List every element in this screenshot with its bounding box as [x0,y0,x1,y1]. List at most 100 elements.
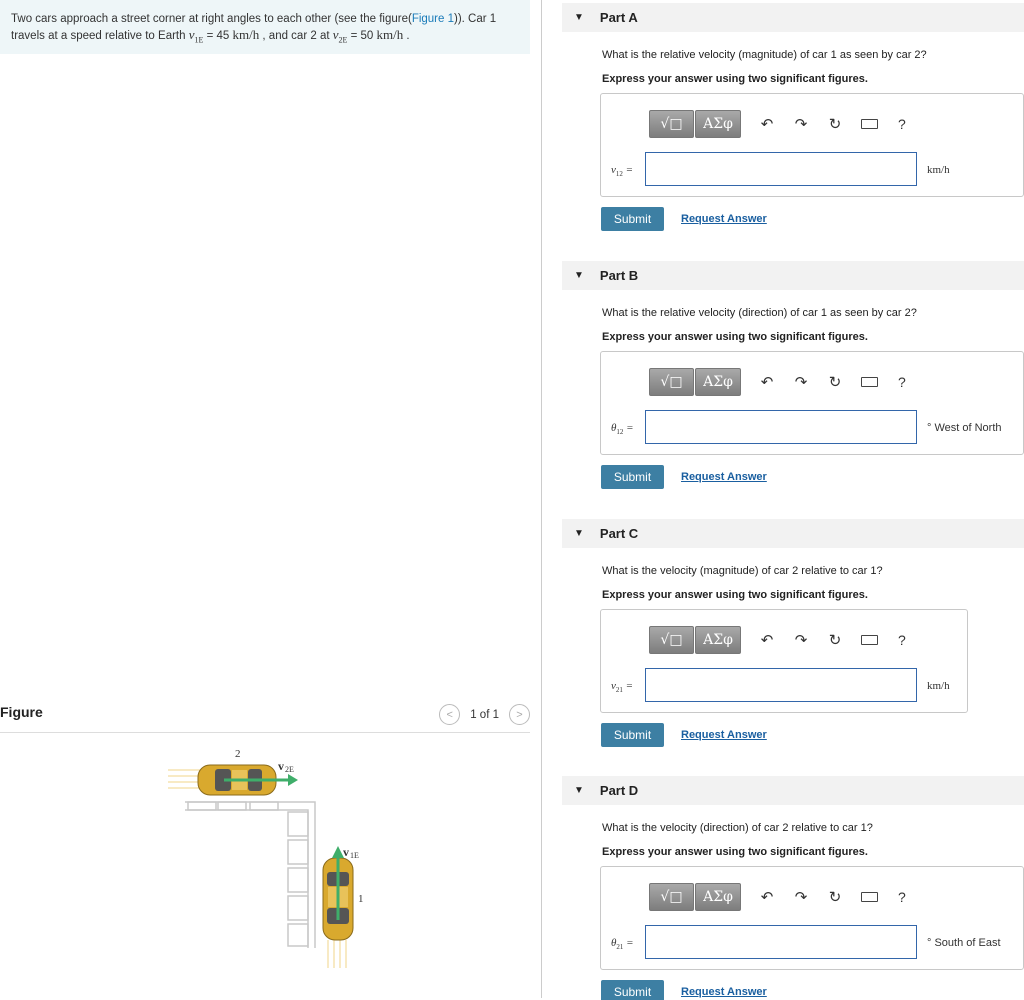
reset-icon[interactable]: ↻ [827,115,843,133]
question-text: What is the velocity (direction) of car … [602,822,873,834]
car1-motion-lines [327,940,347,968]
variable-label: θ21 = [611,937,634,952]
help-button[interactable]: ? [898,889,906,905]
part-b-header[interactable]: ▼ Part B [562,261,1024,290]
redo-icon[interactable]: ↷ [793,115,809,133]
help-button[interactable]: ? [898,116,906,132]
question-text: What is the relative velocity (direction… [602,307,917,319]
unit: km/h [232,27,260,42]
caret-down-icon: ▼ [574,785,584,796]
chevron-right-icon: > [516,708,523,721]
templates-button[interactable]: √□ [649,626,694,654]
keyboard-icon[interactable] [861,377,878,387]
redo-icon[interactable]: ↷ [793,888,809,906]
answer-input[interactable] [645,668,917,702]
v2e-label: v [278,759,284,773]
problem-text: , and car 2 at [259,30,333,42]
reset-icon[interactable]: ↻ [827,888,843,906]
help-button[interactable]: ? [898,632,906,648]
answer-input[interactable] [645,152,917,186]
caret-down-icon: ▼ [574,12,584,23]
answer-box: √□ ΑΣφ ↶ ↷ ↻ ? θ21 = ° South of East [600,866,1024,970]
answer-box: √□ ΑΣφ ↶ ↷ ↻ ? v12 = km/h [600,93,1024,197]
templates-button[interactable]: √□ [649,110,694,138]
part-b: ▼ Part B What is the relative velocity (d… [562,261,1024,489]
undo-icon[interactable]: ↶ [759,888,775,906]
car2-number: 2 [235,748,241,760]
answer-input[interactable] [645,925,917,959]
answer-actions: Submit Request Answer [601,723,1024,747]
greek-symbols-button[interactable]: ΑΣφ [695,368,741,396]
street-walls [185,801,316,948]
prev-figure-button[interactable]: < [439,704,461,725]
part-c-header[interactable]: ▼ Part C [562,519,1024,548]
request-answer-link[interactable]: Request Answer [681,213,767,225]
problem-text: Two cars approach a street corner at rig… [11,13,412,25]
question-text: What is the velocity (magnitude) of car … [602,565,883,577]
v2e-sub: 2E [285,765,294,774]
chevron-left-icon: < [446,708,453,721]
keyboard-icon[interactable] [861,635,878,645]
part-a-header[interactable]: ▼ Part A [562,3,1024,32]
request-answer-link[interactable]: Request Answer [681,729,767,741]
answer-input[interactable] [645,410,917,444]
redo-icon[interactable]: ↷ [793,631,809,649]
part-title: Part B [599,268,639,283]
request-answer-link[interactable]: Request Answer [681,471,767,483]
part-title: Part C [599,526,639,541]
greek-symbols-button[interactable]: ΑΣφ [695,883,741,911]
help-button[interactable]: ? [898,374,906,390]
math-toolbar: √□ ΑΣφ ↶ ↷ ↻ ? [649,368,906,396]
math-toolbar: √□ ΑΣφ ↶ ↷ ↻ ? [649,626,906,654]
submit-button[interactable]: Submit [601,980,664,1000]
undo-icon[interactable]: ↶ [759,631,775,649]
figure-pager: < 1 of 1 > [439,704,530,725]
submit-button[interactable]: Submit [601,207,664,231]
redo-icon[interactable]: ↷ [793,373,809,391]
figure-header: Figure < 1 of 1 > [0,700,530,733]
submit-button[interactable]: Submit [601,723,664,747]
question-text: What is the relative velocity (magnitude… [602,49,927,61]
answer-box: √□ ΑΣφ ↶ ↷ ↻ ? v21 = km/h [600,609,968,713]
street-corner-diagram: 2 v 2E 1 v 1E [168,748,364,968]
unit-label: ° South of East [927,937,1001,949]
variable-label: v12 = [611,164,634,179]
part-d-header[interactable]: ▼ Part D [562,776,1024,805]
car1-number: 1 [358,893,364,905]
problem-text: . [403,30,410,42]
pager-text: 1 of 1 [470,708,499,721]
reset-icon[interactable]: ↻ [827,373,843,391]
reset-icon[interactable]: ↻ [827,631,843,649]
submit-button[interactable]: Submit [601,465,664,489]
variable-label: v21 = [611,680,634,695]
v2e-symbol: v2E [332,27,348,45]
v1e-label: v [343,845,349,859]
templates-button[interactable]: √□ [649,883,694,911]
keyboard-icon[interactable] [861,119,878,129]
v1e-sub: 1E [350,851,359,860]
instruction-text: Express your answer using two significan… [602,846,868,858]
figure-title: Figure [0,704,43,720]
instruction-text: Express your answer using two significan… [602,589,868,601]
unit-label: ° West of North [927,422,1002,434]
undo-icon[interactable]: ↶ [759,373,775,391]
problem-statement: Two cars approach a street corner at rig… [0,0,530,54]
next-figure-button[interactable]: > [509,704,530,725]
keyboard-icon[interactable] [861,892,878,902]
templates-button[interactable]: √□ [649,368,694,396]
request-answer-link[interactable]: Request Answer [681,986,767,998]
caret-down-icon: ▼ [574,528,584,539]
part-c: ▼ Part C What is the velocity (magnitude)… [562,519,1024,747]
v1e-value: = 45 [203,30,233,42]
undo-icon[interactable]: ↶ [759,115,775,133]
greek-symbols-button[interactable]: ΑΣφ [695,626,741,654]
greek-symbols-button[interactable]: ΑΣφ [695,110,741,138]
answer-actions: Submit Request Answer [601,980,1024,1000]
math-toolbar: √□ ΑΣφ ↶ ↷ ↻ ? [649,883,906,911]
part-a: ▼ Part A What is the relative velocity (m… [562,3,1024,231]
column-divider [541,0,542,998]
answer-actions: Submit Request Answer [601,207,1024,231]
part-title: Part D [599,783,639,798]
unit-label: km/h [927,680,950,692]
figure-link[interactable]: Figure 1 [412,13,454,25]
